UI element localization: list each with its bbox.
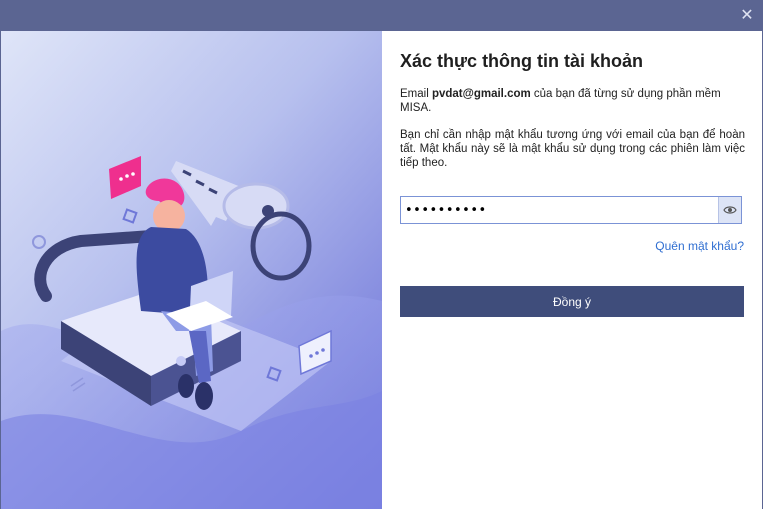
security-illustration [1,31,382,509]
dialog-title: Xác thực thông tin tài khoản [400,51,644,71]
eye-icon-glyph [723,206,737,214]
submit-button[interactable]: Đồng ý [400,286,744,317]
password-field [400,196,742,224]
password-input[interactable] [403,199,722,221]
forgot-password-link[interactable]: Quên mật khẩu? [655,239,744,253]
auth-form-panel: Xác thực thông tin tài khoản Email pvdat… [382,31,762,509]
email-address: pvdat@gmail.com [431,88,531,100]
illustration-panel [1,31,382,509]
window-titlebar: ✕ [0,0,763,31]
password-instruction: Bạn chỉ cần nhập mật khẩu tương ứng với … [400,129,745,169]
close-icon[interactable]: ✕ [737,6,757,26]
eye-icon[interactable] [718,197,741,223]
email-prefix-text: Email [400,88,432,100]
email-description: Email pvdat@gmail.com của bạn đã từng sử… [400,87,745,115]
